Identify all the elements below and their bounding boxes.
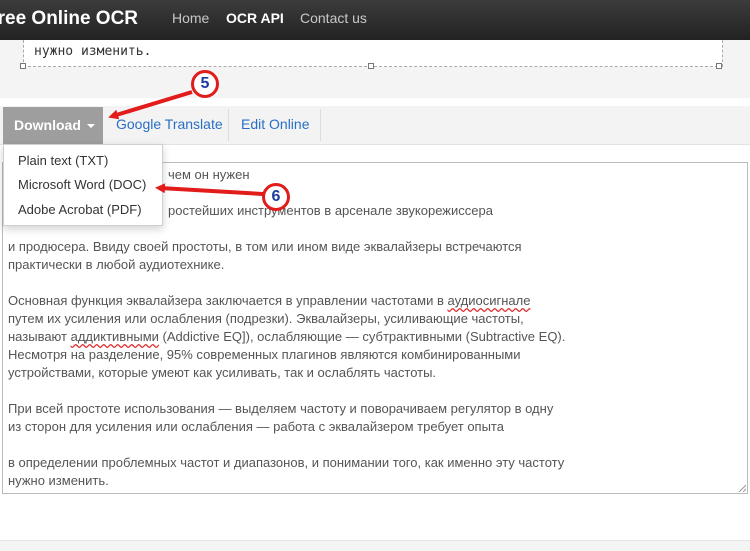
arrow-to-doc xyxy=(155,183,264,196)
page-footer-strip xyxy=(0,540,750,551)
step-6-badge: 6 xyxy=(262,183,290,211)
arrow-to-download xyxy=(108,90,193,120)
step-5-badge: 5 xyxy=(191,70,219,98)
annotation-overlay xyxy=(108,90,264,196)
